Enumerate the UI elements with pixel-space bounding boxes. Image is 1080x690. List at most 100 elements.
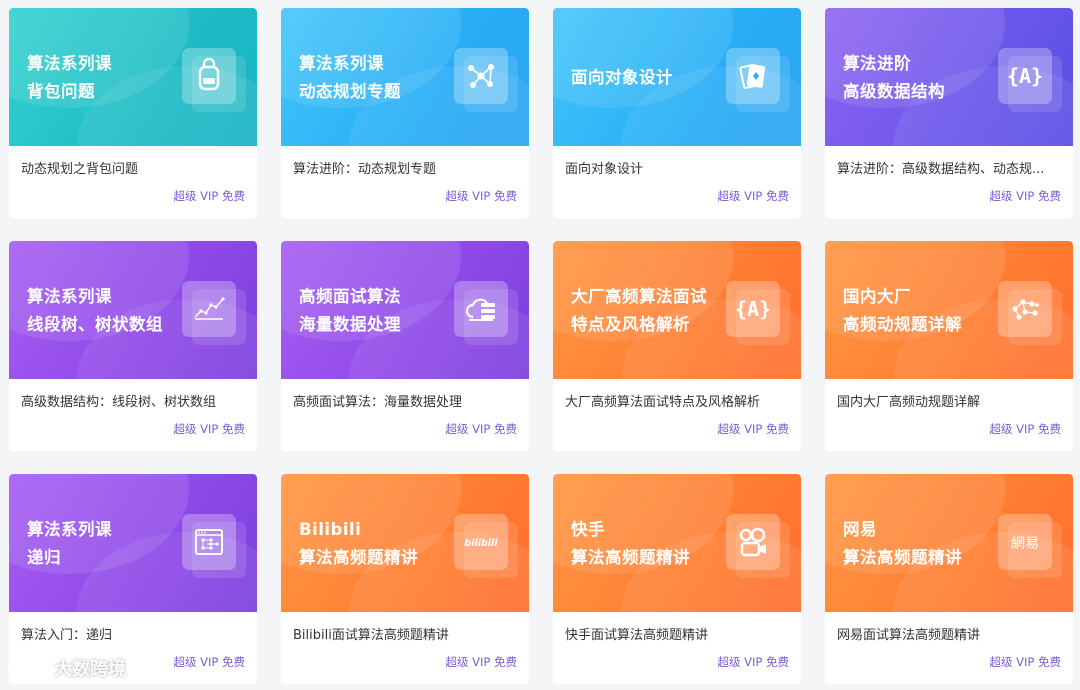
banner-title-line1: 算法进阶: [843, 54, 911, 73]
banner-title-line1: 网易: [843, 520, 877, 539]
svg-text:網易: 網易: [1011, 536, 1039, 552]
course-name[interactable]: Bilibili面试算法高频题精讲: [293, 624, 521, 643]
dashu-logo-icon: [7, 658, 47, 677]
course-name[interactable]: 国内大厂高频动规题详解: [837, 391, 1065, 410]
vip-badge: 超级 VIP 免费: [989, 189, 1061, 203]
vip-badge: 超级 VIP 免费: [173, 189, 245, 203]
course-name[interactable]: 算法入门：递归: [21, 624, 249, 643]
banner-title-line1: Bilibili: [299, 520, 362, 539]
vip-badge: 超级 VIP 免费: [717, 189, 789, 203]
banner-title-line2: 递归: [27, 548, 61, 567]
banner-title-line1: 面向对象设计: [571, 68, 673, 87]
brace-a-icon: {A}: [726, 281, 790, 345]
course-name[interactable]: 算法进阶：高级数据结构、动态规...: [837, 158, 1065, 177]
course-card-advanced-ds[interactable]: 算法进阶 高级数据结构 {A} 算法进阶：高级数据结构、动态规... 超级 VI…: [825, 8, 1073, 218]
cloud-server-icon: [454, 281, 518, 345]
course-name[interactable]: 动态规划之背包问题: [21, 158, 249, 177]
course-banner[interactable]: 面向对象设计: [553, 8, 801, 146]
course-name[interactable]: 算法进阶：动态规划专题: [293, 158, 521, 177]
banner-title-line2: 动态规划专题: [299, 82, 401, 101]
vip-badge: 超级 VIP 免费: [717, 422, 789, 436]
course-card-recursion[interactable]: 算法系列课 递归 算法入门：递归 超级 VIP 免费: [9, 474, 257, 684]
watermark: 大数跨境: [6, 655, 126, 681]
kuaishou-logo-icon: [726, 514, 790, 578]
course-card-domestic-dp[interactable]: 国内大厂 高频动规题详解 国内大厂高频动规题详解 超级 VIP 免费: [825, 241, 1073, 451]
course-banner[interactable]: Bilibili 算法高频题精讲 bilibili: [281, 474, 529, 612]
course-card-netease[interactable]: 网易 算法高频题精讲 網易 网易面试算法高频题精讲 超级 VIP 免费: [825, 474, 1073, 684]
banner-title-line2: 海量数据处理: [299, 315, 401, 334]
course-banner[interactable]: 算法进阶 高级数据结构 {A}: [825, 8, 1073, 146]
course-banner[interactable]: 网易 算法高频题精讲 網易: [825, 474, 1073, 612]
course-name[interactable]: 面向对象设计: [565, 158, 793, 177]
banner-title: 快手 算法高频题精讲: [571, 516, 690, 572]
cards-icon: [726, 48, 790, 112]
banner-title-line1: 大厂高频算法面试: [571, 287, 707, 306]
course-card-big-data[interactable]: 高频面试算法 海量数据处理 高频面试算法：海量数据处理 超级 VIP 免费: [281, 241, 529, 451]
brace-a-icon: {A}: [998, 48, 1062, 112]
banner-title: 算法系列课 背包问题: [27, 50, 112, 106]
course-name[interactable]: 网易面试算法高频题精讲: [837, 624, 1065, 643]
svg-text:{A}: {A}: [1007, 64, 1043, 88]
banner-title-line1: 算法系列课: [299, 54, 384, 73]
segment-tree-icon: [182, 281, 246, 345]
course-card-knapsack[interactable]: 算法系列课 背包问题 动态规划之背包问题 超级 VIP 免费: [9, 8, 257, 218]
course-card-ood[interactable]: 面向对象设计 面向对象设计 超级 VIP 免费: [553, 8, 801, 218]
banner-title-line1: 算法系列课: [27, 54, 112, 73]
vip-badge: 超级 VIP 免费: [989, 655, 1061, 669]
course-name[interactable]: 快手面试算法高频题精讲: [565, 624, 793, 643]
network-graph-icon: [454, 48, 518, 112]
course-name[interactable]: 大厂高频算法面试特点及风格解析: [565, 391, 793, 410]
course-card-segment-tree[interactable]: 算法系列课 线段树、树状数组 高级数据结构：线段树、树状数组 超级 VIP 免费: [9, 241, 257, 451]
vip-badge: 超级 VIP 免费: [173, 422, 245, 436]
banner-title-line2: 高频动规题详解: [843, 315, 962, 334]
svg-text:{A}: {A}: [735, 297, 771, 321]
banner-title: 算法系列课 递归: [27, 516, 112, 572]
vip-badge: 超级 VIP 免费: [717, 655, 789, 669]
banner-title-line2: 背包问题: [27, 82, 95, 101]
banner-title: 算法系列课 动态规划专题: [299, 50, 401, 106]
course-name[interactable]: 高级数据结构：线段树、树状数组: [21, 391, 249, 410]
course-card-kuaishou[interactable]: 快手 算法高频题精讲 快手面试算法高频题精讲 超级 VIP 免费: [553, 474, 801, 684]
banner-title: 大厂高频算法面试 特点及风格解析: [571, 283, 707, 339]
netease-logo-icon: 網易: [998, 514, 1062, 578]
course-name[interactable]: 高频面试算法：海量数据处理: [293, 391, 521, 410]
banner-title: 国内大厂 高频动规题详解: [843, 283, 962, 339]
course-banner[interactable]: 算法系列课 背包问题: [9, 8, 257, 146]
dots-graph-icon: [998, 281, 1062, 345]
course-card-bilibili[interactable]: Bilibili 算法高频题精讲 bilibili Bilibili面试算法高频…: [281, 474, 529, 684]
banner-title: 面向对象设计: [571, 64, 673, 92]
banner-title-line2: 线段树、树状数组: [27, 315, 163, 334]
course-grid: 算法系列课 背包问题 动态规划之背包问题 超级 VIP 免费 算法系列课 动态规…: [9, 8, 1073, 684]
vip-badge: 超级 VIP 免费: [445, 422, 517, 436]
backpack-icon: [182, 48, 246, 112]
course-banner[interactable]: 高频面试算法 海量数据处理: [281, 241, 529, 379]
course-card-dp-topic[interactable]: 算法系列课 动态规划专题 算法进阶：动态规划专题 超级 VIP 免费: [281, 8, 529, 218]
banner-title: Bilibili 算法高频题精讲: [299, 516, 418, 572]
banner-title-line1: 国内大厂: [843, 287, 911, 306]
banner-title-line2: 算法高频题精讲: [843, 548, 962, 567]
bilibili-logo-icon: bilibili: [454, 514, 518, 578]
course-banner[interactable]: 算法系列课 动态规划专题: [281, 8, 529, 146]
vip-badge: 超级 VIP 免费: [989, 422, 1061, 436]
course-banner[interactable]: 算法系列课 线段树、树状数组: [9, 241, 257, 379]
course-banner[interactable]: 算法系列课 递归: [9, 474, 257, 612]
svg-text:bilibili: bilibili: [464, 538, 498, 549]
banner-title: 网易 算法高频题精讲: [843, 516, 962, 572]
course-banner[interactable]: 大厂高频算法面试 特点及风格解析 {A}: [553, 241, 801, 379]
vip-badge: 超级 VIP 免费: [173, 655, 245, 669]
course-card-bigtech-interview[interactable]: 大厂高频算法面试 特点及风格解析 {A} 大厂高频算法面试特点及风格解析 超级 …: [553, 241, 801, 451]
banner-title: 算法系列课 线段树、树状数组: [27, 283, 163, 339]
banner-title-line1: 快手: [571, 520, 605, 539]
banner-title: 算法进阶 高级数据结构: [843, 50, 945, 106]
banner-title: 高频面试算法 海量数据处理: [299, 283, 401, 339]
banner-title-line2: 高级数据结构: [843, 82, 945, 101]
course-banner[interactable]: 国内大厂 高频动规题详解: [825, 241, 1073, 379]
banner-title-line2: 算法高频题精讲: [299, 548, 418, 567]
vip-badge: 超级 VIP 免费: [445, 189, 517, 203]
banner-title-line1: 高频面试算法: [299, 287, 401, 306]
course-banner[interactable]: 快手 算法高频题精讲: [553, 474, 801, 612]
browser-tree-icon: [182, 514, 246, 578]
banner-title-line2: 算法高频题精讲: [571, 548, 690, 567]
banner-title-line1: 算法系列课: [27, 520, 112, 539]
vip-badge: 超级 VIP 免费: [445, 655, 517, 669]
